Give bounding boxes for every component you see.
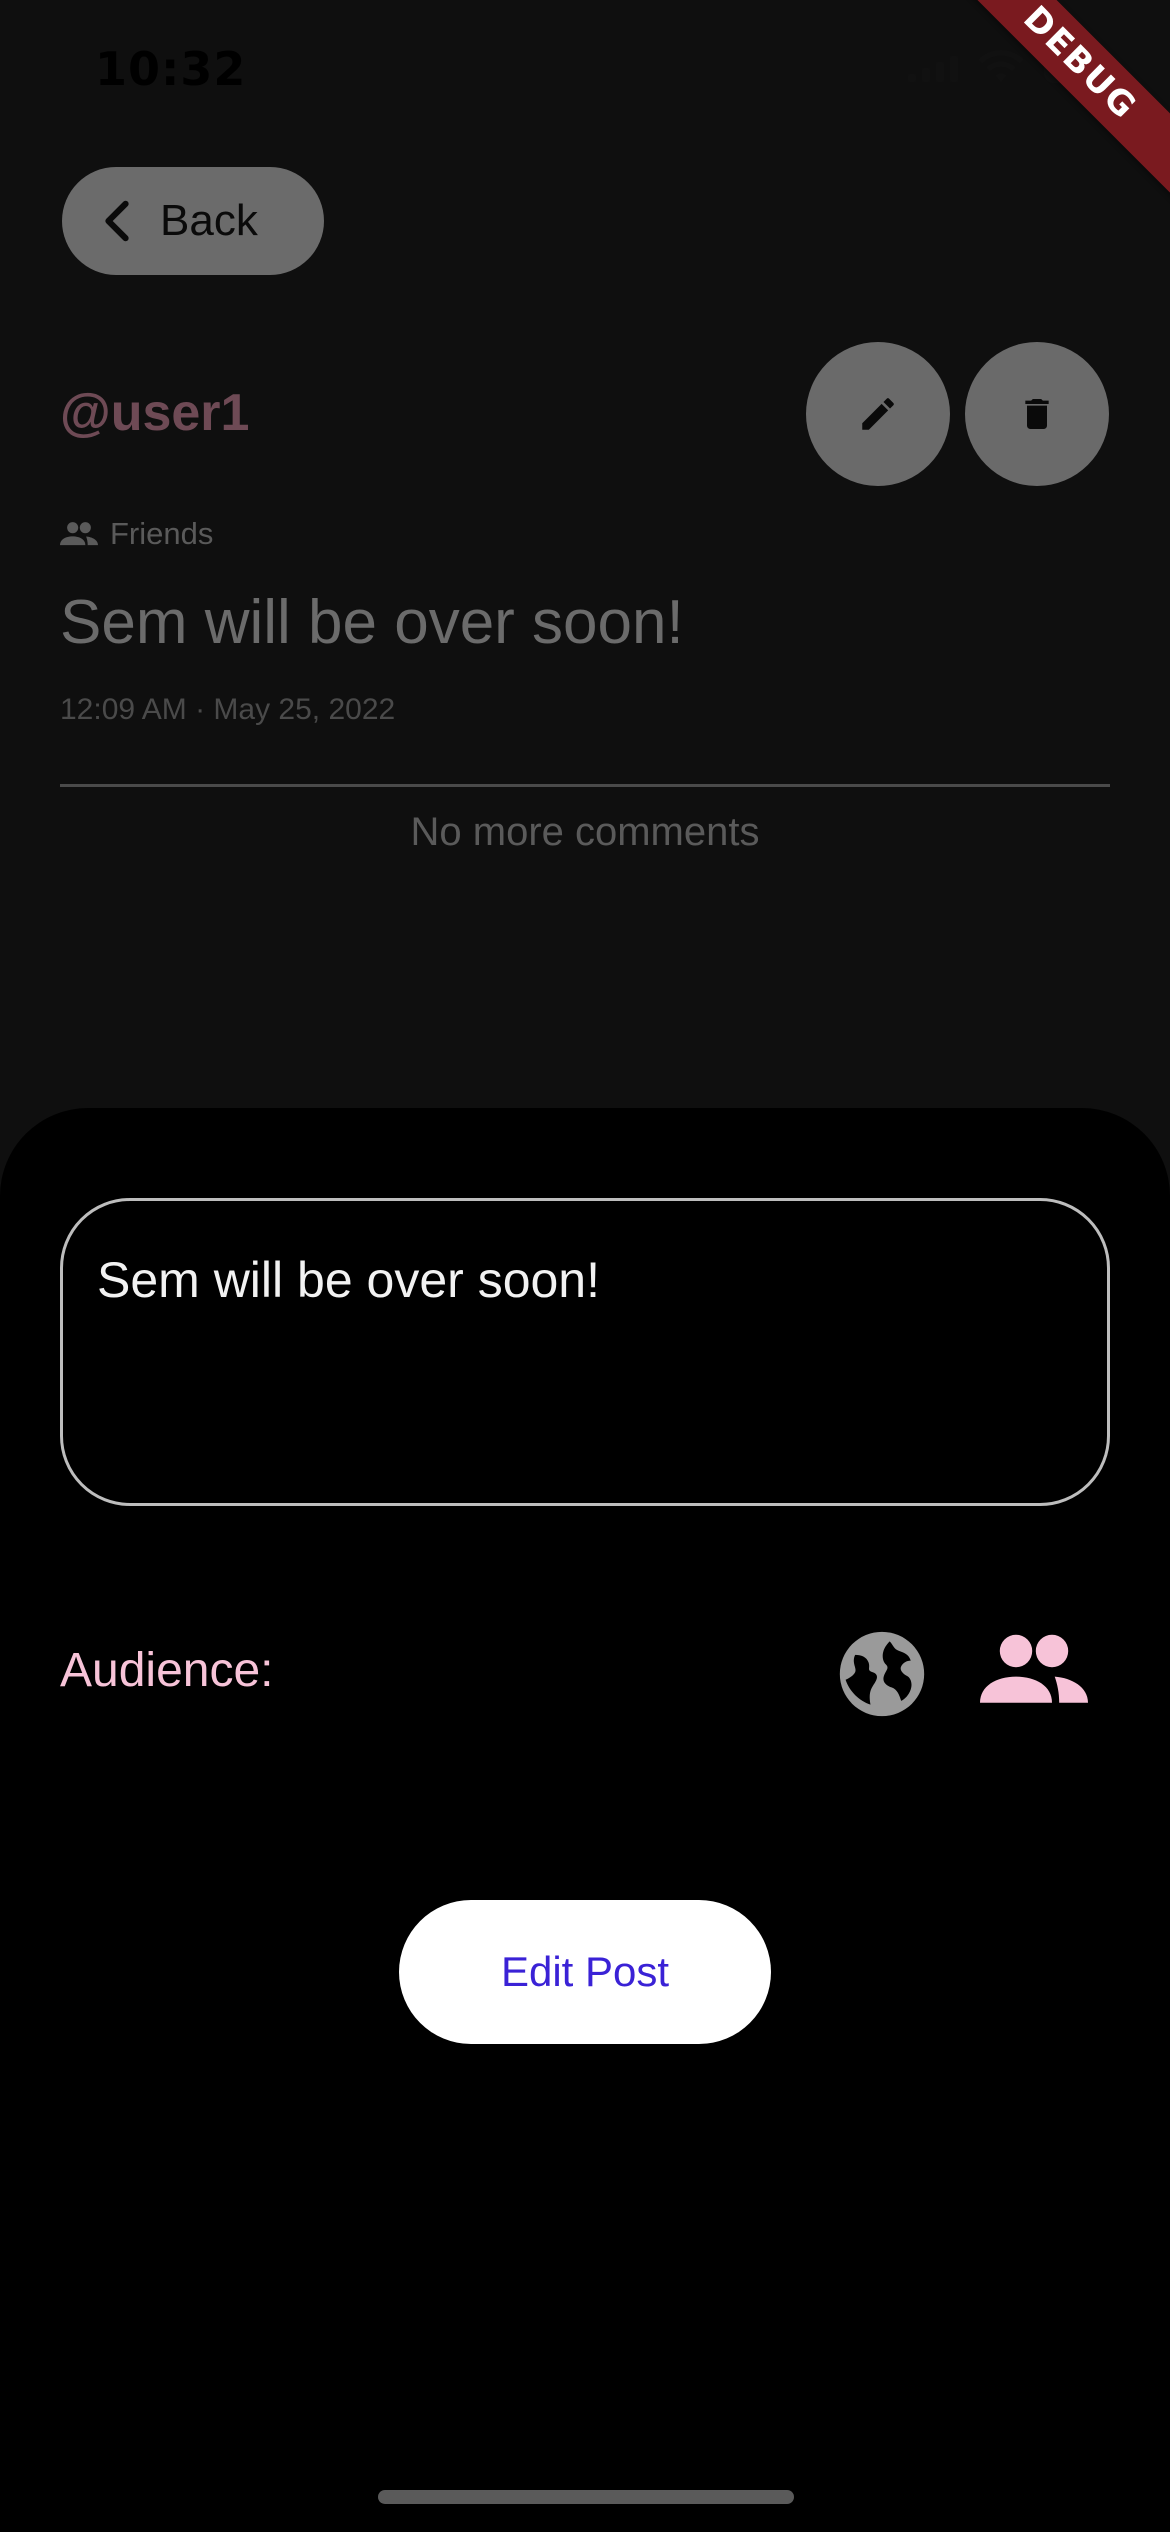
edit-button[interactable] — [806, 342, 950, 486]
post-username[interactable]: @user1 — [60, 383, 249, 443]
edit-post-sheet: Sem will be over soon! Audience: Edit Po… — [0, 1108, 1170, 2532]
audience-public-button[interactable] — [836, 1628, 928, 1720]
delete-button[interactable] — [965, 342, 1109, 486]
trash-icon — [1025, 399, 1049, 429]
signal-icon — [908, 52, 958, 82]
pencil-icon — [862, 398, 894, 430]
debug-banner: DEBUG — [943, 0, 1170, 200]
back-button[interactable]: Back — [62, 167, 324, 275]
audience-label: Audience: — [60, 1644, 274, 1697]
screen: 10:32 DEBUG Back @user1 Friends Sem will… — [0, 0, 1170, 2532]
globe-icon — [839, 1631, 925, 1717]
wifi-icon — [978, 50, 1024, 83]
back-label: Back — [160, 196, 258, 245]
people-icon — [60, 522, 98, 546]
home-indicator[interactable] — [378, 2490, 794, 2504]
audience-friends-button[interactable] — [980, 1624, 1088, 1714]
post-timestamp: 12:09 AM · May 25, 2022 — [60, 693, 396, 726]
people-icon — [980, 1634, 1088, 1703]
status-time: 10:32 — [95, 42, 247, 96]
post-text-field[interactable]: Sem will be over soon! — [60, 1198, 1110, 1506]
post-text: Sem will be over soon! — [60, 588, 684, 657]
comments-status: No more comments — [410, 810, 760, 854]
edit-post-button[interactable]: Edit Post — [399, 1900, 771, 2044]
post-audience: Friends — [60, 516, 213, 552]
chevron-left-icon — [102, 200, 132, 242]
audience-text: Friends — [110, 516, 214, 551]
divider — [60, 784, 1110, 787]
